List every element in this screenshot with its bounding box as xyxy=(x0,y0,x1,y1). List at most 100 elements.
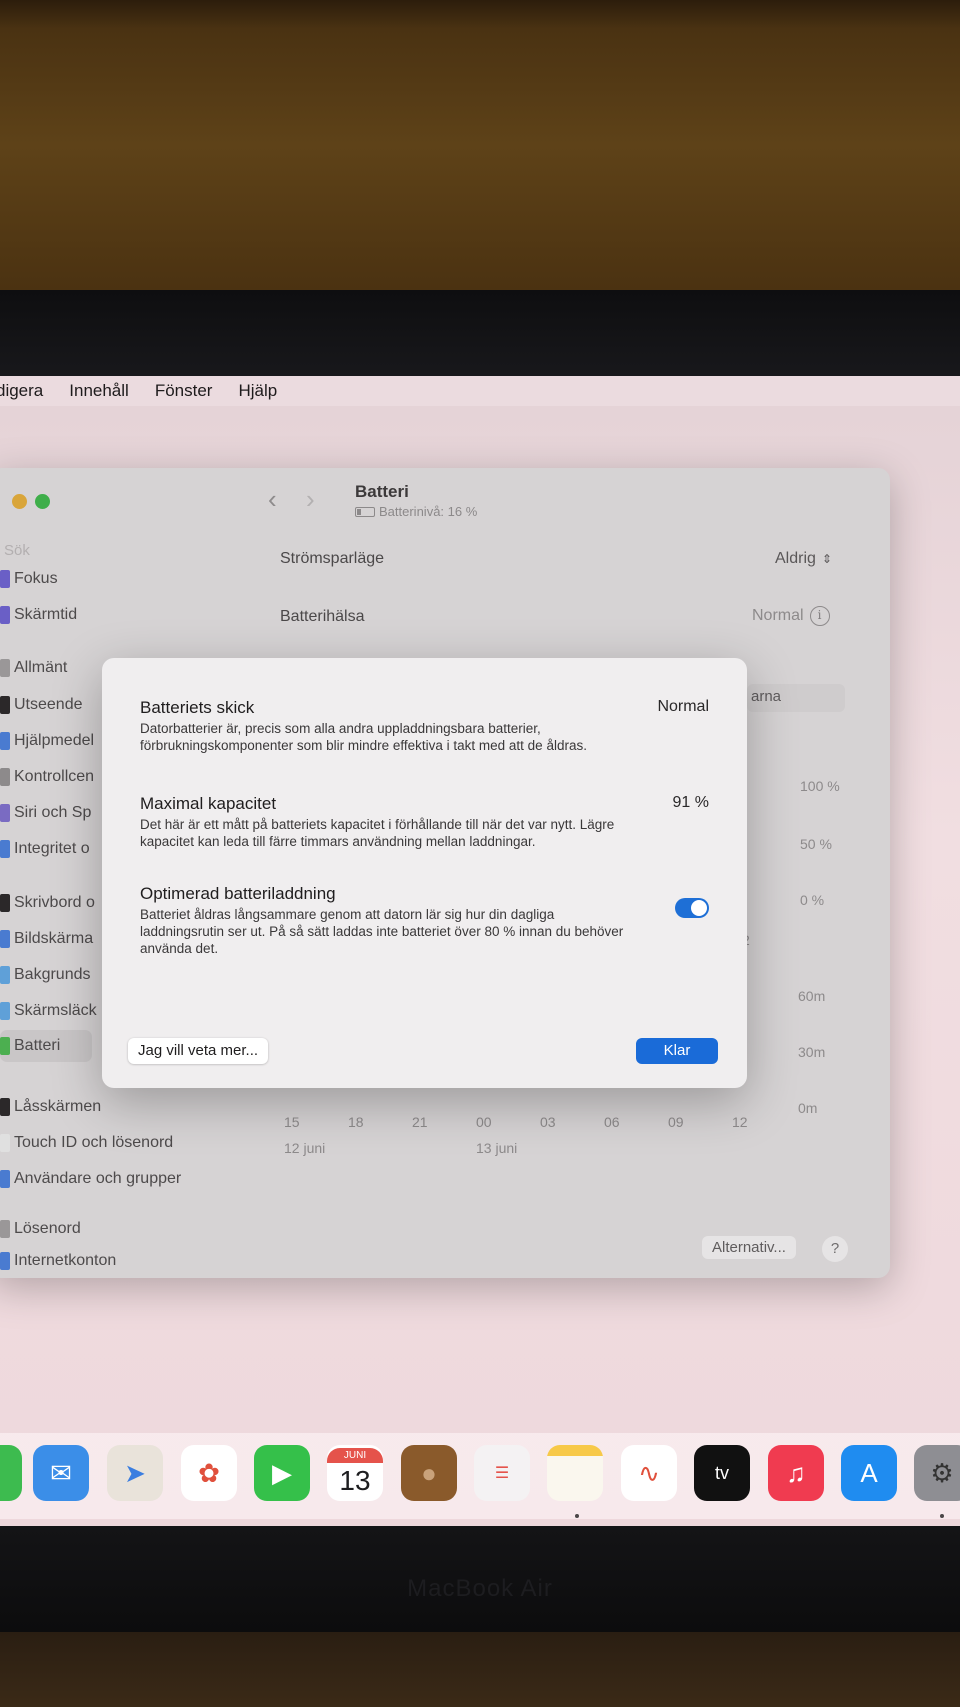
sidebar-item-appearance[interactable]: Utseende xyxy=(0,696,83,714)
focus-icon xyxy=(0,570,10,588)
sidebar-item-battery[interactable]: Batteri xyxy=(0,1030,92,1062)
desktop-icon xyxy=(0,894,10,912)
zoom-button[interactable] xyxy=(35,494,50,509)
menu-edit[interactable]: digera xyxy=(0,381,43,401)
photos-icon[interactable]: ✿ xyxy=(181,1445,237,1501)
chart-level-tick: 50 % xyxy=(800,836,832,852)
app-store-icon[interactable]: A xyxy=(841,1445,897,1501)
chart-level-tick: 0 % xyxy=(800,892,825,908)
privacy-icon xyxy=(0,840,10,858)
messages-icon[interactable] xyxy=(0,1445,22,1501)
window-title: Batteri xyxy=(355,482,409,501)
wallpaper-icon xyxy=(0,966,10,984)
battery-health-label: Batterihälsa xyxy=(280,608,365,625)
apple-tv-icon[interactable]: tv xyxy=(694,1445,750,1501)
chart-hour-tick: 12 xyxy=(732,1114,748,1130)
battery-level-subtitle: Batterinivå: 16 % xyxy=(355,504,477,519)
chart-usage-tick: 60m xyxy=(798,988,826,1004)
sidebar-item-desktop-dock[interactable]: Skrivbord o xyxy=(0,894,95,912)
siri-icon xyxy=(0,804,10,822)
low-power-mode-select[interactable]: Aldrig ⇕ xyxy=(775,550,832,568)
learn-more-button[interactable]: Jag vill veta mer... xyxy=(128,1038,269,1064)
sidebar-item-screen-time[interactable]: Skärmtid xyxy=(0,606,77,624)
battery-icon xyxy=(0,1037,10,1055)
sidebar-item-touch-id[interactable]: Touch ID och lösenord xyxy=(0,1134,173,1152)
updown-chevron-icon: ⇕ xyxy=(821,552,832,566)
options-button[interactable]: Alternativ... xyxy=(702,1236,796,1259)
sidebar-item-siri[interactable]: Siri och Sp xyxy=(0,804,91,822)
sidebar-item-passwords[interactable]: Lösenord xyxy=(0,1220,81,1238)
facetime-icon[interactable]: ▶ xyxy=(254,1445,310,1501)
back-chevron-icon[interactable]: ‹ xyxy=(268,484,277,515)
chart-usage-tick: 0m xyxy=(798,1100,818,1116)
optimized-charging-title: Optimerad batteriladdning xyxy=(140,884,336,903)
sidebar-item-control-center[interactable]: Kontrollcen xyxy=(0,768,94,786)
background-wall xyxy=(0,0,960,290)
gear-icon xyxy=(0,659,10,677)
search-input[interactable]: Sök xyxy=(4,542,30,559)
laptop-brand-label: MacBook Air xyxy=(407,1575,553,1602)
screen: digera Innehåll Fönster Hjälp Sök Fokus … xyxy=(0,376,960,1526)
users-icon xyxy=(0,1170,10,1188)
sidebar-item-lock-screen[interactable]: Låsskärmen xyxy=(0,1098,101,1116)
running-indicator xyxy=(575,1514,579,1518)
battery-health-value: Normal i xyxy=(752,606,830,626)
minimize-button[interactable] xyxy=(12,494,27,509)
accessibility-icon xyxy=(0,732,10,750)
sidebar-item-general[interactable]: Allmänt xyxy=(0,659,67,677)
done-button[interactable]: Klar xyxy=(636,1038,718,1064)
sidebar-item-internet-accounts[interactable]: Internetkonton xyxy=(0,1252,116,1270)
freeform-icon[interactable]: ∿ xyxy=(621,1445,677,1501)
mail-icon[interactable]: ✉ xyxy=(33,1445,89,1501)
optimized-charging-toggle[interactable] xyxy=(675,898,709,918)
notes-icon[interactable] xyxy=(547,1445,603,1501)
screen-time-icon xyxy=(0,606,10,624)
sidebar-item-screen-saver[interactable]: Skärmsläck xyxy=(0,1002,97,1020)
forward-chevron-icon[interactable]: › xyxy=(306,484,315,515)
chart-usage-tick: 30m xyxy=(798,1044,826,1060)
low-power-mode-label: Strömsparläge xyxy=(280,550,385,567)
sidebar-item-wallpaper[interactable]: Bakgrunds xyxy=(0,966,91,984)
contacts-icon[interactable]: ● xyxy=(401,1445,457,1501)
sidebar-item-accessibility[interactable]: Hjälpmedel xyxy=(0,732,94,750)
capacity-description: Det här är ett mått på batteriets kapaci… xyxy=(140,817,615,849)
menu-bar: digera Innehåll Fönster Hjälp xyxy=(0,376,960,406)
laptop-bezel-top xyxy=(0,290,960,376)
sidebar-item-focus[interactable]: Fokus xyxy=(0,570,58,588)
screen-saver-icon xyxy=(0,1002,10,1020)
laptop-deck xyxy=(0,1632,960,1707)
chart-hour-tick: 06 xyxy=(604,1114,620,1130)
capacity-value: 91 % xyxy=(672,794,709,811)
sidebar-item-privacy[interactable]: Integritet o xyxy=(0,840,90,858)
menu-content[interactable]: Innehåll xyxy=(69,381,129,401)
optimized-charging-description: Batteriet åldras långsammare genom att d… xyxy=(140,907,624,956)
chart-hour-tick: 03 xyxy=(540,1114,556,1130)
sidebar-item-displays[interactable]: Bildskärma xyxy=(0,930,93,948)
condition-description: Datorbatterier är, precis som alla andra… xyxy=(140,721,587,753)
sidebar-item-users-groups[interactable]: Användare och grupper xyxy=(0,1170,181,1188)
chart-hour-tick: 00 xyxy=(476,1114,492,1130)
chart-hour-tick: 18 xyxy=(348,1114,364,1130)
maps-icon[interactable]: ➤ xyxy=(107,1445,163,1501)
info-icon[interactable]: i xyxy=(809,606,830,626)
chart-hour-tick: 09 xyxy=(668,1114,684,1130)
appearance-icon xyxy=(0,696,10,714)
system-settings-icon[interactable]: ⚙ xyxy=(914,1445,960,1501)
reminders-icon[interactable]: ☰ xyxy=(474,1445,530,1501)
help-button[interactable]: ? xyxy=(822,1236,848,1262)
calendar-icon[interactable]: JUNI 13 xyxy=(327,1445,383,1501)
key-icon xyxy=(0,1220,10,1238)
lock-icon xyxy=(0,1098,10,1116)
menu-help[interactable]: Hjälp xyxy=(238,381,277,401)
chart-hour-tick: 15 xyxy=(284,1114,300,1130)
chart-date-label: 13 juni xyxy=(476,1140,518,1156)
capacity-title: Maximal kapacitet xyxy=(140,794,277,813)
at-icon xyxy=(0,1252,10,1270)
chart-range-segment[interactable]: arna xyxy=(747,684,845,712)
menu-window[interactable]: Fönster xyxy=(155,381,213,401)
chart-hour-tick: 21 xyxy=(412,1114,428,1130)
chart-level-tick: 100 % xyxy=(800,778,840,794)
display-icon xyxy=(0,930,10,948)
battery-level-icon xyxy=(355,506,375,517)
music-icon[interactable]: ♫ xyxy=(768,1445,824,1501)
